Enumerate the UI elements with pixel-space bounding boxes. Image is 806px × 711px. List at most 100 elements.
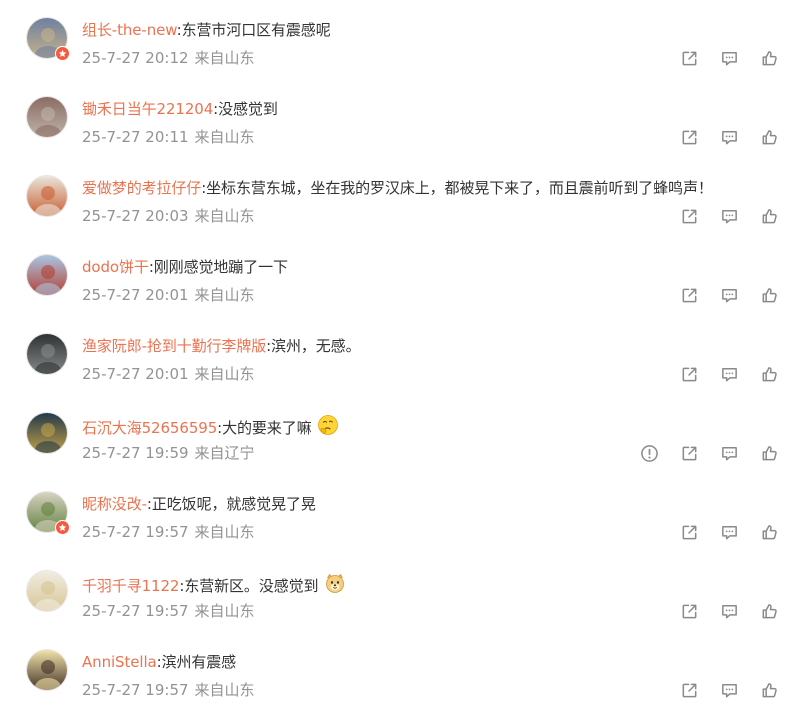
like-icon <box>760 128 779 147</box>
username-link[interactable]: dodo饼干 <box>82 258 149 276</box>
share-button[interactable] <box>678 521 700 543</box>
comment-text: :滨州，无感。 <box>266 337 361 355</box>
comment-location: 来自山东 <box>194 602 255 620</box>
like-button[interactable] <box>758 442 780 464</box>
verified-badge-icon <box>55 520 70 535</box>
avatar[interactable] <box>26 570 68 612</box>
comment-text: :大的要来了嘛 <box>217 419 312 437</box>
comment-text: :东营新区。没感觉到 <box>179 577 319 595</box>
like-icon <box>760 286 779 305</box>
comment-item: dodo饼干:刚刚感觉地蹦了一下 25-7-27 20:01 来自山东 <box>0 242 806 321</box>
avatar[interactable] <box>26 96 68 138</box>
comment-text: :刚刚感觉地蹦了一下 <box>148 258 288 276</box>
comment-location: 来自山东 <box>194 207 255 225</box>
comment-actions <box>660 47 780 69</box>
username-link[interactable]: 爱做梦的考拉仔仔 <box>82 179 201 197</box>
reply-button[interactable] <box>718 442 740 464</box>
comment-timestamp: 25-7-27 19:57 <box>82 523 189 541</box>
like-icon <box>760 444 779 463</box>
username-link[interactable]: 渔家阮郎-抢到十勤行李牌版 <box>82 337 266 355</box>
share-button[interactable] <box>678 363 700 385</box>
username-link[interactable]: 锄禾日当午221204 <box>82 100 213 118</box>
comment-timestamp: 25-7-27 20:12 <box>82 49 189 67</box>
comment-meta: 25-7-27 19:57 来自山东 <box>82 521 255 543</box>
comment-location: 来自山东 <box>194 523 255 541</box>
comment-list: 组长-the-new:东营市河口区有震感呢 25-7-27 20:12 来自山东 … <box>0 0 806 711</box>
reply-button[interactable] <box>718 284 740 306</box>
comment-meta: 25-7-27 20:03 来自山东 <box>82 205 255 227</box>
comment-meta: 25-7-27 19:57 来自山东 <box>82 600 255 622</box>
thinking-emoji <box>316 415 339 437</box>
comment-actions <box>660 126 780 148</box>
reply-button[interactable] <box>718 47 740 69</box>
comment-timestamp: 25-7-27 20:11 <box>82 128 189 146</box>
reply-button[interactable] <box>718 205 740 227</box>
like-icon <box>760 207 779 226</box>
comment-location: 来自山东 <box>194 49 255 67</box>
avatar[interactable] <box>26 254 68 296</box>
share-button[interactable] <box>678 600 700 622</box>
reply-button[interactable] <box>718 363 740 385</box>
avatar[interactable] <box>26 175 68 217</box>
comment-actions <box>660 205 780 227</box>
like-button[interactable] <box>758 284 780 306</box>
username-link[interactable]: 千羽千寻1122 <box>82 577 179 595</box>
comment-icon <box>720 523 739 542</box>
share-icon <box>680 602 699 621</box>
like-icon <box>760 365 779 384</box>
comment-actions <box>620 442 780 464</box>
share-button[interactable] <box>678 205 700 227</box>
comment-icon <box>720 49 739 68</box>
reply-button[interactable] <box>718 521 740 543</box>
share-icon <box>680 49 699 68</box>
reply-button[interactable] <box>718 126 740 148</box>
comment-location: 来自辽宁 <box>194 444 255 462</box>
comment-item: 石沉大海52656595:大的要来了嘛 25-7-27 19:59 来自辽宁 <box>0 400 806 479</box>
comment-item: 昵称没改-:正吃饭呢，就感觉晃了晃 25-7-27 19:57 来自山东 <box>0 479 806 558</box>
share-button[interactable] <box>678 284 700 306</box>
like-button[interactable] <box>758 126 780 148</box>
like-button[interactable] <box>758 521 780 543</box>
username-link[interactable]: 石沉大海52656595 <box>82 419 217 437</box>
share-icon <box>680 444 699 463</box>
comment-actions <box>660 679 780 701</box>
like-button[interactable] <box>758 363 780 385</box>
report-button[interactable] <box>638 442 660 464</box>
avatar[interactable] <box>26 649 68 691</box>
like-button[interactable] <box>758 47 780 69</box>
like-button[interactable] <box>758 600 780 622</box>
reply-button[interactable] <box>718 600 740 622</box>
username-link[interactable]: 组长-the-new <box>82 21 177 39</box>
verified-badge-icon <box>55 46 70 61</box>
comment-item: 千羽千寻1122:东营新区。没感觉到 25-7-27 19:57 来自山东 <box>0 558 806 637</box>
reply-button[interactable] <box>718 679 740 701</box>
comment-meta: 25-7-27 20:01 来自山东 <box>82 284 255 306</box>
comment-icon <box>720 444 739 463</box>
share-icon <box>680 365 699 384</box>
share-button[interactable] <box>678 679 700 701</box>
share-button[interactable] <box>678 126 700 148</box>
comment-timestamp: 25-7-27 20:01 <box>82 286 189 304</box>
comment-location: 来自山东 <box>194 365 255 383</box>
like-button[interactable] <box>758 205 780 227</box>
avatar[interactable] <box>26 333 68 375</box>
comment-timestamp: 25-7-27 20:01 <box>82 365 189 383</box>
comment-actions <box>660 521 780 543</box>
like-icon <box>760 49 779 68</box>
avatar[interactable] <box>26 412 68 454</box>
username-link[interactable]: 昵称没改- <box>82 495 147 513</box>
comment-location: 来自山东 <box>194 681 255 699</box>
comment-location: 来自山东 <box>194 286 255 304</box>
comment-icon <box>720 365 739 384</box>
comment-text: :正吃饭呢，就感觉晃了晃 <box>146 495 316 513</box>
comment-icon <box>720 207 739 226</box>
like-icon <box>760 681 779 700</box>
comment-icon <box>720 681 739 700</box>
comment-item: 组长-the-new:东营市河口区有震感呢 25-7-27 20:12 来自山东 <box>0 5 806 84</box>
comment-timestamp: 25-7-27 19:59 <box>82 444 189 462</box>
like-button[interactable] <box>758 679 780 701</box>
share-icon <box>680 681 699 700</box>
username-link[interactable]: AnniStella <box>82 653 157 671</box>
share-button[interactable] <box>678 442 700 464</box>
share-button[interactable] <box>678 47 700 69</box>
